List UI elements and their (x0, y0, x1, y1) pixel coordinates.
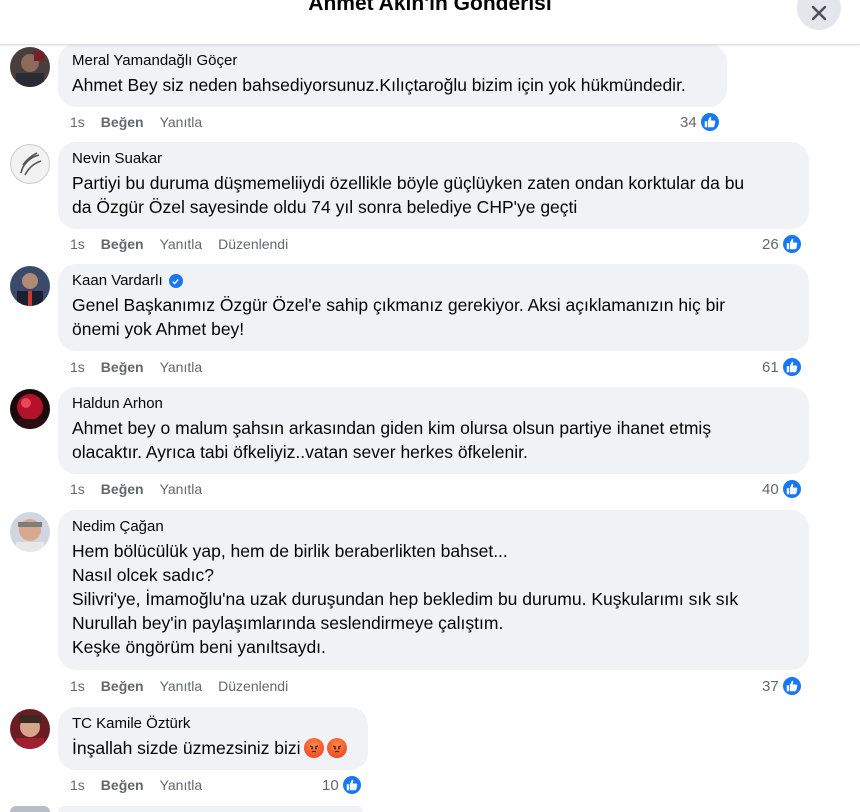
comment-author[interactable]: Meral Yamandağlı Göçer (72, 52, 713, 70)
avatar[interactable] (10, 389, 50, 429)
comment-text: Ahmet Bey siz neden bahsediyorsunuz.Kılı… (72, 75, 686, 95)
comment-author[interactable]: Kaan Vardarlı (72, 272, 795, 290)
like-reaction-icon (780, 356, 803, 378)
avatar[interactable] (10, 144, 50, 184)
comment-time[interactable]: 1s (70, 114, 85, 130)
reply-button[interactable]: Yanıtla (160, 236, 203, 252)
reaction-count: 10 (322, 776, 339, 794)
comment-bubble: Kaan Vardarlı Genel Başkanımız Özgür Öze… (58, 264, 809, 351)
like-reaction-icon (698, 111, 721, 133)
like-reaction-icon (780, 675, 803, 697)
reply-button[interactable]: Yanıtla (160, 359, 203, 375)
comment-bubble: Nedim Çağan Hem bölücülük yap, hem de bi… (58, 510, 809, 670)
avatar[interactable] (10, 709, 50, 749)
comment-actions: 1s Beğen Yanıtla (70, 481, 202, 497)
comment-time[interactable]: 1s (70, 236, 85, 252)
comment-author[interactable]: Haldun Arhon (72, 395, 795, 413)
comment-text: Ahmet bey o malum şahsın arkasından gide… (72, 418, 712, 462)
comment-bubble: TC Kamile Öztürk İnşallah sizde üzmezsin… (58, 707, 368, 770)
comment-actions: 1s Beğen Yanıtla (70, 777, 202, 793)
close-button[interactable] (797, 0, 841, 30)
like-reaction-icon (780, 478, 803, 500)
close-icon (810, 4, 828, 22)
reaction-summary[interactable]: 10 (322, 774, 363, 796)
comment-bubble: Haldun Arhon Ahmet bey o malum şahsın ar… (58, 387, 809, 474)
like-button[interactable]: Beğen (101, 359, 144, 375)
edited-label[interactable]: Düzenlendi (218, 678, 288, 694)
verified-badge-icon (168, 274, 183, 288)
comment-author[interactable]: Nedim Çağan (72, 518, 795, 536)
like-button[interactable]: Beğen (101, 777, 144, 793)
reaction-summary[interactable]: 61 (762, 356, 803, 378)
comment-time[interactable]: 1s (70, 777, 85, 793)
angry-emoji-icon (326, 738, 347, 758)
comment-actions: 1s Beğen Yanıtla (70, 359, 202, 375)
like-button[interactable]: Beğen (101, 114, 144, 130)
like-button[interactable]: Beğen (101, 236, 144, 252)
comment-actions: 1s Beğen Yanıtla (70, 114, 202, 130)
reply-button[interactable]: Yanıtla (160, 481, 203, 497)
comment-time[interactable]: 1s (70, 678, 85, 694)
comment-text: İnşallah sizde üzmezsiniz bizi (72, 736, 354, 760)
comment-actions: 1s Beğen Yanıtla Düzenlendi (70, 236, 288, 252)
reply-button[interactable]: Yanıtla (160, 114, 203, 130)
avatar[interactable] (10, 47, 50, 87)
comment-text: Genel Başkanımız Özgür Özel'e sahip çıkm… (72, 295, 726, 339)
reaction-count: 26 (762, 235, 779, 253)
comment-bubble: Nevin Suakar Partiyi bu duruma düşmemeli… (58, 142, 809, 229)
comment-time[interactable]: 1s (70, 481, 85, 497)
edited-label[interactable]: Düzenlendi (218, 236, 288, 252)
like-reaction-icon (780, 233, 803, 255)
next-comment-bubble (58, 806, 363, 812)
comment-time[interactable]: 1s (70, 359, 85, 375)
dialog-title: Ahmet Akın'in Gönderisi (308, 0, 552, 15)
like-button[interactable]: Beğen (101, 678, 144, 694)
avatar[interactable] (10, 512, 50, 552)
reply-button[interactable]: Yanıtla (160, 678, 203, 694)
comment-author[interactable]: Nevin Suakar (72, 150, 795, 168)
reaction-summary[interactable]: 37 (762, 675, 803, 697)
reaction-summary[interactable]: 34 (680, 111, 721, 133)
reaction-summary[interactable]: 40 (762, 478, 803, 500)
avatar[interactable] (10, 266, 50, 306)
comment-bubble: Meral Yamandağlı Göçer Ahmet Bey siz ned… (58, 44, 727, 107)
next-comment-avatar (10, 806, 50, 812)
reaction-count: 40 (762, 480, 779, 498)
like-button[interactable]: Beğen (101, 481, 144, 497)
comment-text: Partiyi bu duruma düşmemeliiydi özellikl… (72, 173, 745, 217)
reaction-count: 34 (680, 113, 697, 131)
reaction-count: 37 (762, 677, 779, 695)
angry-emoji-icon (303, 738, 324, 758)
comment-text: Hem bölücülük yap, hem de birlik beraber… (72, 541, 739, 657)
like-reaction-icon (340, 774, 363, 796)
reaction-summary[interactable]: 26 (762, 233, 803, 255)
author-name[interactable]: Kaan Vardarlı (72, 272, 163, 290)
comment-actions: 1s Beğen Yanıtla Düzenlendi (70, 678, 288, 694)
reply-button[interactable]: Yanıtla (160, 777, 203, 793)
reaction-count: 61 (762, 358, 779, 376)
dialog-header: Ahmet Akın'in Gönderisi (0, 0, 860, 45)
comment-author[interactable]: TC Kamile Öztürk (72, 715, 354, 733)
